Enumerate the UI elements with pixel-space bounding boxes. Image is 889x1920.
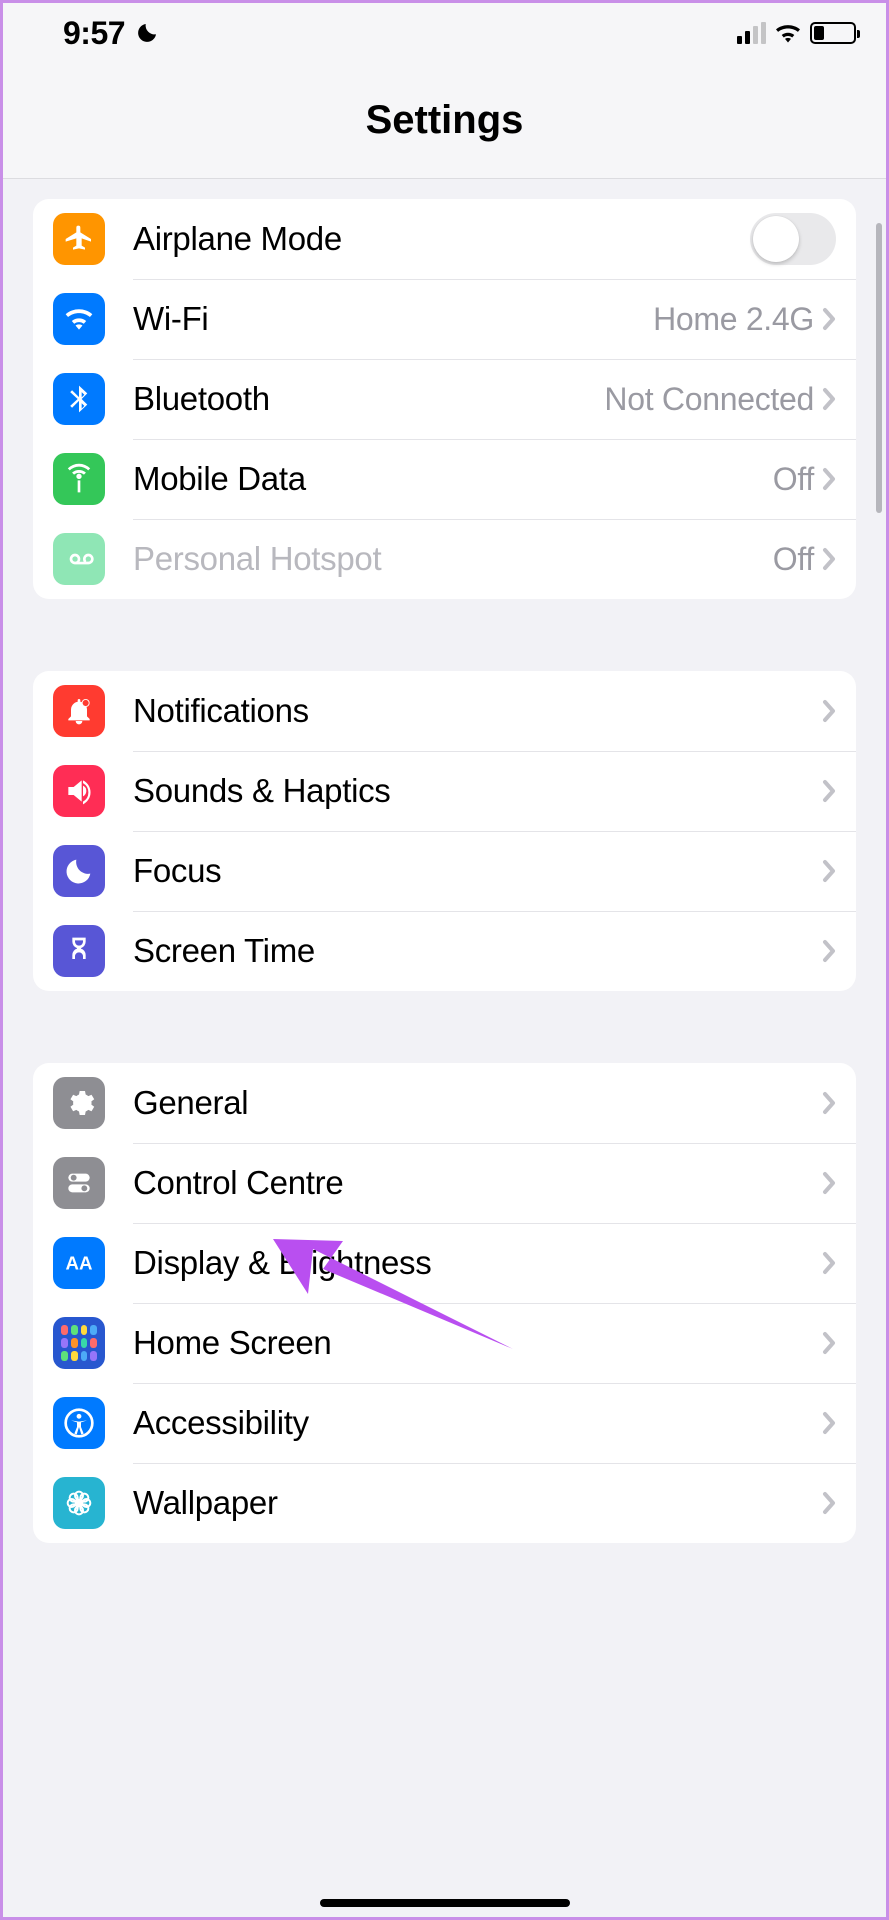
group-alerts: Notifications Sounds & Haptics Focus [33,671,856,991]
row-focus[interactable]: Focus [33,831,856,911]
row-airplane-mode[interactable]: Airplane Mode [33,199,856,279]
svg-text:AA: AA [66,1253,93,1274]
row-label: Wallpaper [133,1484,278,1522]
general-icon [53,1077,105,1129]
display-icon: AA [53,1237,105,1289]
row-bluetooth[interactable]: Bluetooth Not Connected [33,359,856,439]
page-title: Settings [3,63,886,179]
row-control-centre[interactable]: Control Centre [33,1143,856,1223]
row-label: Mobile Data [133,460,306,498]
status-bar: 9:57 [3,3,886,63]
chevron-right-icon [822,779,836,803]
row-value: Not Connected [604,381,814,418]
row-label: Personal Hotspot [133,540,381,578]
wifi-status-icon [774,22,802,44]
row-display-brightness[interactable]: AA Display & Brightness [33,1223,856,1303]
focus-icon [53,845,105,897]
cellular-icon [53,453,105,505]
chevron-right-icon [822,939,836,963]
row-mobile-data[interactable]: Mobile Data Off [33,439,856,519]
row-home-screen[interactable]: Home Screen [33,1303,856,1383]
row-wifi[interactable]: Wi-Fi Home 2.4G [33,279,856,359]
chevron-right-icon [822,307,836,331]
row-label: Wi-Fi [133,300,208,338]
row-value: Home 2.4G [653,301,814,338]
row-label: Focus [133,852,221,890]
chevron-right-icon [822,1171,836,1195]
row-label: Home Screen [133,1324,331,1362]
row-accessibility[interactable]: Accessibility [33,1383,856,1463]
accessibility-icon [53,1397,105,1449]
bluetooth-icon [53,373,105,425]
settings-list[interactable]: Airplane Mode Wi-Fi Home 2.4G Bluetooth [3,179,886,1543]
row-notifications[interactable]: Notifications [33,671,856,751]
row-sounds-haptics[interactable]: Sounds & Haptics [33,751,856,831]
chevron-right-icon [822,547,836,571]
row-screen-time[interactable]: Screen Time [33,911,856,991]
row-label: Accessibility [133,1404,309,1442]
airplane-icon [53,213,105,265]
row-label: Notifications [133,692,309,730]
status-time: 9:57 [63,15,125,52]
cellular-signal-icon [737,22,766,44]
row-general[interactable]: General [33,1063,856,1143]
row-label: Sounds & Haptics [133,772,391,810]
row-label: Control Centre [133,1164,343,1202]
row-value: Off [773,541,814,578]
chevron-right-icon [822,1331,836,1355]
chevron-right-icon [822,387,836,411]
chevron-right-icon [822,1251,836,1275]
row-label: Airplane Mode [133,220,342,258]
chevron-right-icon [822,467,836,491]
row-label: Display & Brightness [133,1244,431,1282]
chevron-right-icon [822,1091,836,1115]
do-not-disturb-icon [135,21,159,45]
notifications-icon [53,685,105,737]
chevron-right-icon [822,1491,836,1515]
row-label: General [133,1084,248,1122]
airplane-toggle[interactable] [750,213,836,265]
battery-icon [810,22,856,44]
wifi-icon [53,293,105,345]
wallpaper-icon [53,1477,105,1529]
home-screen-icon [53,1317,105,1369]
screen-time-icon [53,925,105,977]
row-label: Bluetooth [133,380,270,418]
group-system: General Control Centre AA Display & Brig… [33,1063,856,1543]
row-wallpaper[interactable]: Wallpaper [33,1463,856,1543]
home-indicator [320,1899,570,1907]
chevron-right-icon [822,859,836,883]
row-value: Off [773,461,814,498]
row-personal-hotspot[interactable]: Personal Hotspot Off [33,519,856,599]
control-centre-icon [53,1157,105,1209]
chevron-right-icon [822,1411,836,1435]
hotspot-icon [53,533,105,585]
row-label: Screen Time [133,932,315,970]
chevron-right-icon [822,699,836,723]
sounds-icon [53,765,105,817]
group-connectivity: Airplane Mode Wi-Fi Home 2.4G Bluetooth [33,199,856,599]
